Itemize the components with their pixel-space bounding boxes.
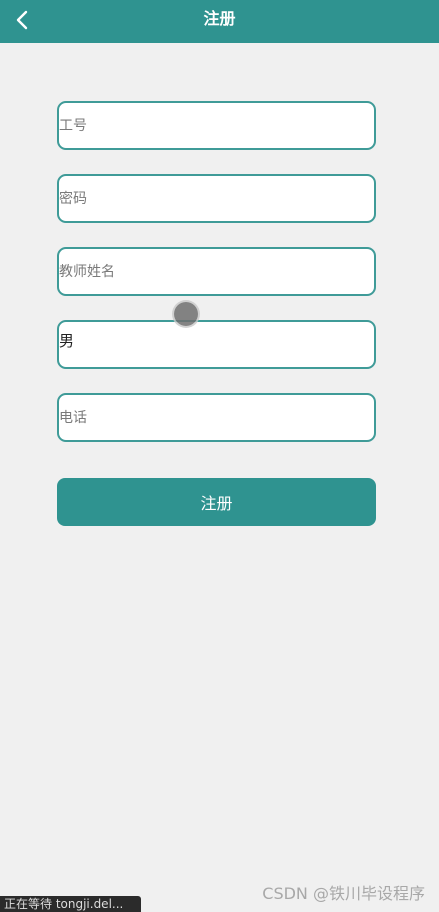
register-button[interactable]: 注册: [57, 478, 376, 526]
loading-status-text: 正在等待 tongji.del...: [0, 896, 141, 912]
top-app-bar: 注册: [0, 0, 439, 43]
phone-input[interactable]: [57, 393, 376, 442]
watermark-text: CSDN @铁川毕设程序: [262, 884, 425, 903]
page-title: 注册: [203, 9, 236, 28]
teacher-name-input[interactable]: [57, 247, 376, 296]
register-form: 男: [57, 101, 376, 466]
password-input[interactable]: [57, 174, 376, 223]
gender-select[interactable]: 男: [57, 320, 376, 369]
touch-indicator: [174, 302, 198, 326]
employee-id-input[interactable]: [57, 101, 376, 150]
